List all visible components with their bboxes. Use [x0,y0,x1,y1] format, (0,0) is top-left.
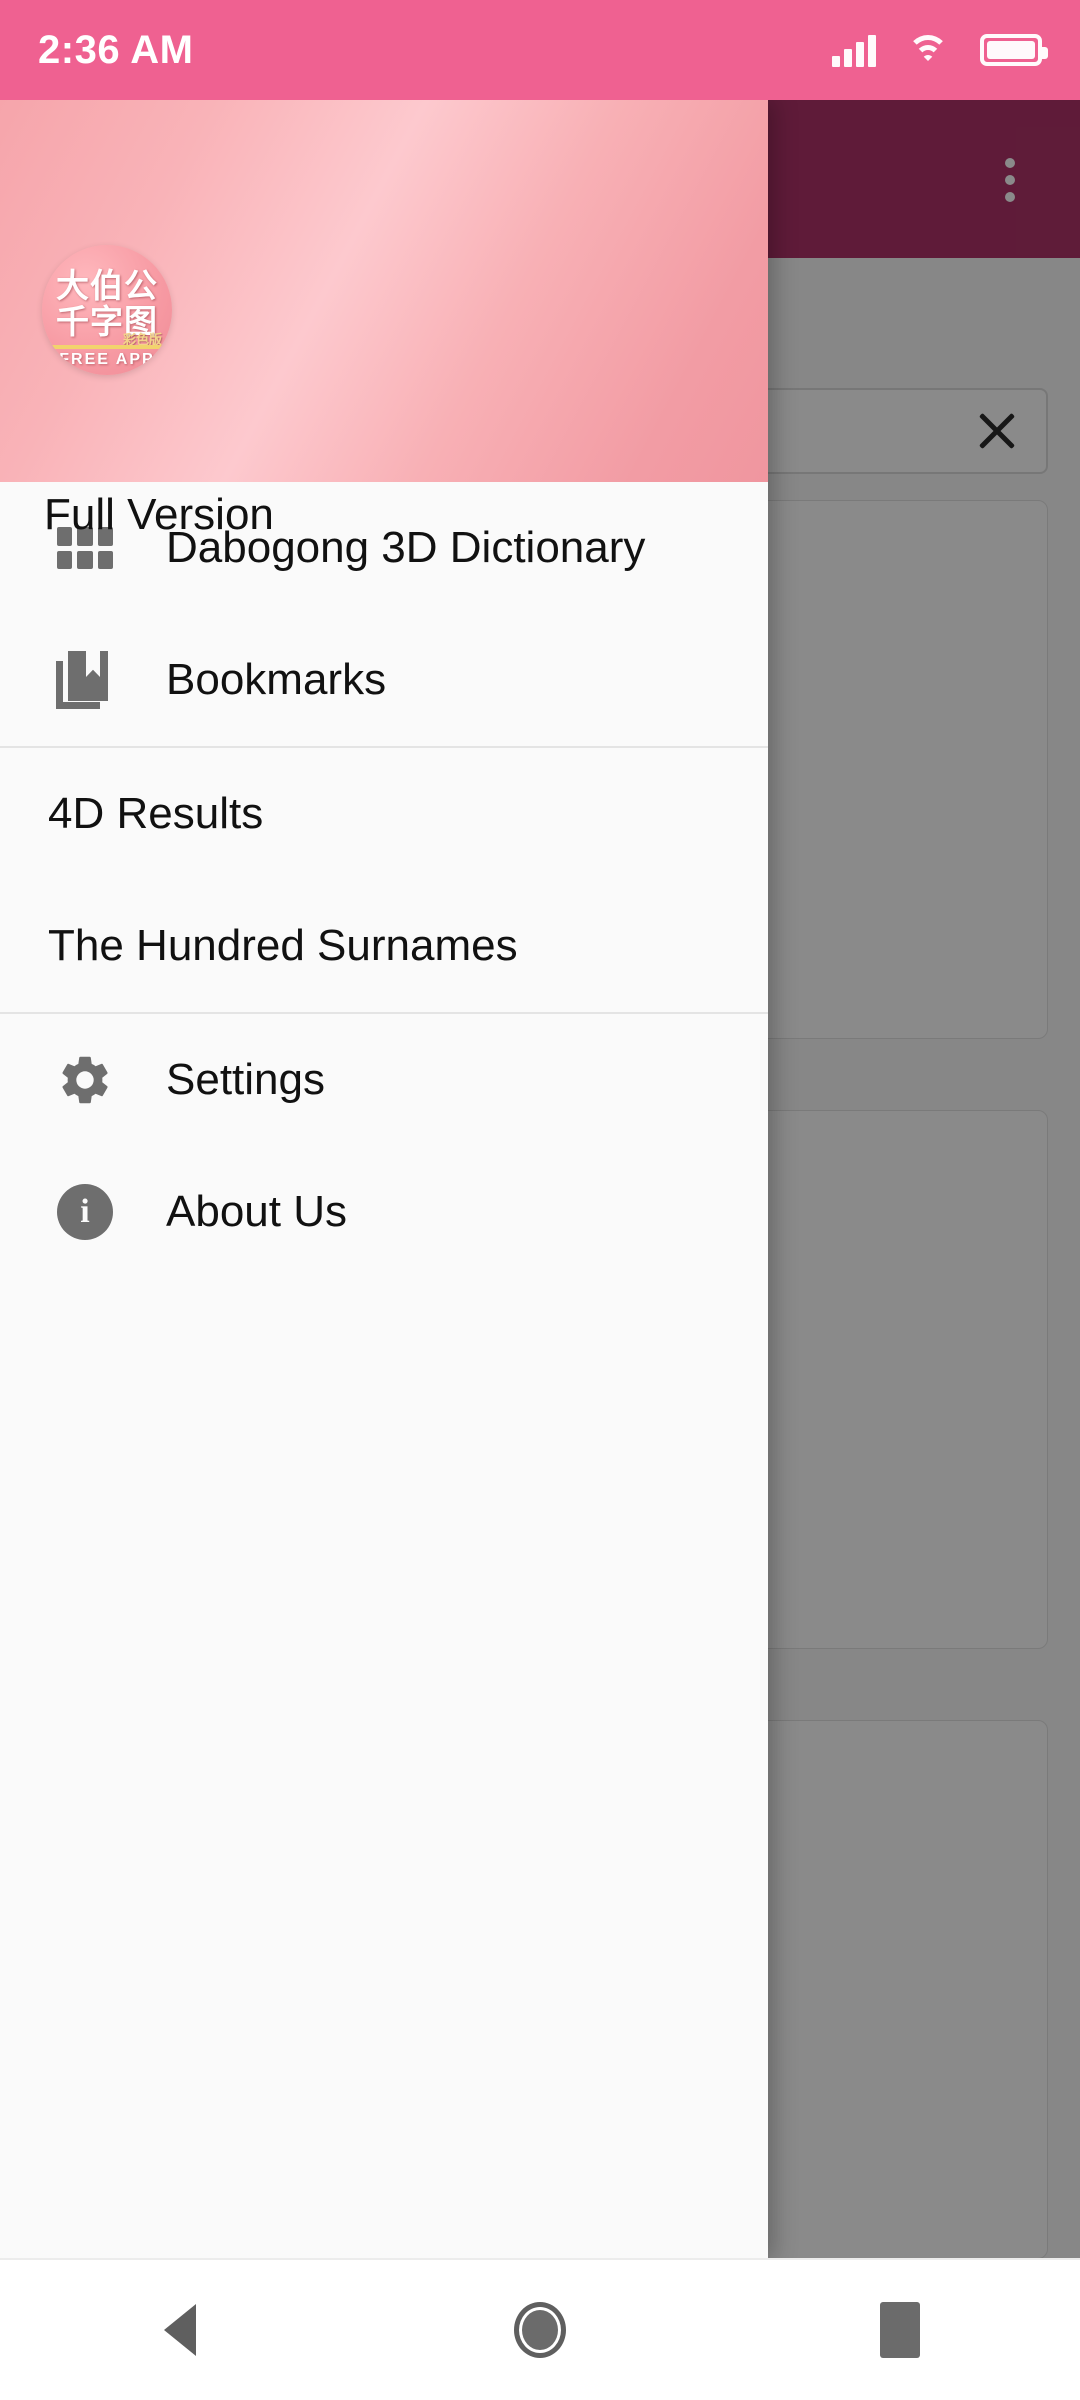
logo-free-app-label: FREE APP [59,351,155,368]
overflow-dot [1005,158,1015,168]
gear-icon [48,1043,122,1117]
drawer-group-extras: 4D Results The Hundred Surnames [0,748,768,1012]
signal-icon [832,33,876,67]
clear-search-icon[interactable] [974,408,1020,454]
info-icon: i [48,1175,122,1249]
wifi-icon [906,33,950,67]
nav-recents-button[interactable] [830,2259,970,2400]
sidebar-item-label: The Hundred Surnames [48,921,518,970]
overflow-menu-icon[interactable] [982,152,1038,208]
system-navigation-bar [0,2258,1080,2400]
sidebar-item-4d-results[interactable]: 4D Results [0,748,768,880]
drawer-group-system: Settings i About Us [0,1014,768,1278]
logo-divider-bar [48,345,166,349]
drawer-header: 大伯公 千字图 彩色版 FREE APP Full Version [0,100,768,539]
sidebar-item-label: 4D Results [48,789,264,838]
navigation-drawer: 大伯公 千字图 彩色版 FREE APP Full Version Dabogo… [0,100,768,2260]
status-bar-icons [832,33,1048,67]
status-bar: 2:36 AM [0,0,1080,100]
battery-icon [980,34,1048,66]
drawer-version-label: Full Version [44,490,274,539]
sidebar-item-label: Bookmarks [166,655,387,704]
app-logo: 大伯公 千字图 彩色版 FREE APP [42,245,172,375]
sidebar-item-the-hundred-surnames[interactable]: The Hundred Surnames [0,880,768,1012]
overflow-dot [1005,192,1015,202]
sidebar-item-about-us[interactable]: i About Us [0,1146,768,1278]
sidebar-item-label: Settings [166,1055,325,1104]
overflow-dot [1005,175,1015,185]
nav-back-button[interactable] [110,2259,250,2400]
status-bar-clock: 2:36 AM [38,27,194,72]
sidebar-item-bookmarks[interactable]: Bookmarks [0,614,768,746]
nav-home-button[interactable] [470,2259,610,2400]
bookmark-icon [48,643,122,717]
sidebar-item-settings[interactable]: Settings [0,1014,768,1146]
sidebar-item-label: About Us [166,1187,347,1236]
